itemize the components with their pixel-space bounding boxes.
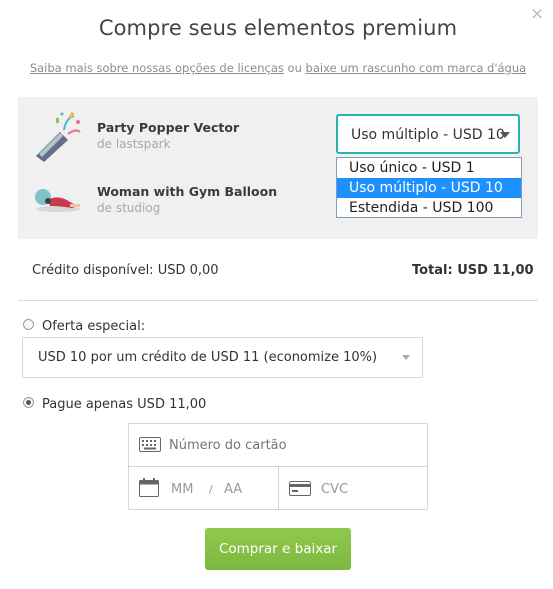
credit-card-icon (289, 481, 311, 496)
license-select[interactable]: Uso múltiplo - USD 10 (336, 114, 520, 154)
pay-only-radio[interactable] (23, 397, 34, 408)
keyboard-icon (139, 437, 161, 452)
divider (18, 300, 538, 301)
special-offer-select-value: USD 10 por um crédito de USD 11 (economi… (38, 350, 378, 365)
card-number-input[interactable] (169, 434, 419, 456)
license-options-link[interactable]: Saiba mais sobre nossas opções de licenç… (30, 61, 284, 75)
special-offer-label: Oferta especial: (42, 319, 146, 334)
license-links: Saiba mais sobre nossas opções de licenç… (0, 61, 553, 75)
watermark-draft-link[interactable]: baixe um rascunho com marca d'água (306, 61, 527, 75)
available-credit: Crédito disponível: USD 0,00 (32, 263, 219, 278)
card-form-divider (278, 467, 279, 510)
license-option-selected[interactable]: Uso múltiplo - USD 10 (337, 178, 521, 198)
expiry-separator: / (209, 483, 213, 496)
buy-and-download-button[interactable]: Comprar e baixar (205, 528, 351, 570)
gym-balloon-thumbnail (32, 184, 84, 214)
license-select-value: Uso múltiplo - USD 10 (351, 127, 505, 143)
party-popper-thumbnail (30, 108, 84, 162)
license-option[interactable]: Uso único - USD 1 (337, 158, 521, 178)
order-total: Total: USD 11,00 (412, 263, 534, 278)
card-form: MM / AA CVC (128, 423, 428, 510)
item-title: Woman with Gym Balloon (97, 184, 278, 199)
license-option[interactable]: Estendida - USD 100 (337, 198, 521, 218)
expiry-month-input[interactable]: MM (171, 482, 193, 497)
special-offer-select[interactable]: USD 10 por um crédito de USD 11 (economi… (22, 337, 423, 378)
modal-title: Compre seus elementos premium (98, 16, 458, 40)
chevron-down-icon (402, 355, 410, 360)
pay-only-label: Pague apenas USD 11,00 (42, 397, 207, 412)
cvc-input[interactable]: CVC (321, 482, 348, 497)
link-connector: ou (287, 61, 302, 75)
chevron-down-icon (500, 132, 510, 138)
expiry-year-input[interactable]: AA (224, 482, 242, 497)
item-title: Party Popper Vector (97, 120, 240, 135)
item-author: de studiog (97, 201, 161, 215)
calendar-icon (139, 478, 159, 497)
license-dropdown-list: Uso único - USD 1 Uso múltiplo - USD 10 … (336, 157, 522, 218)
special-offer-radio[interactable] (23, 319, 34, 330)
item-author: de lastspark (97, 137, 171, 151)
